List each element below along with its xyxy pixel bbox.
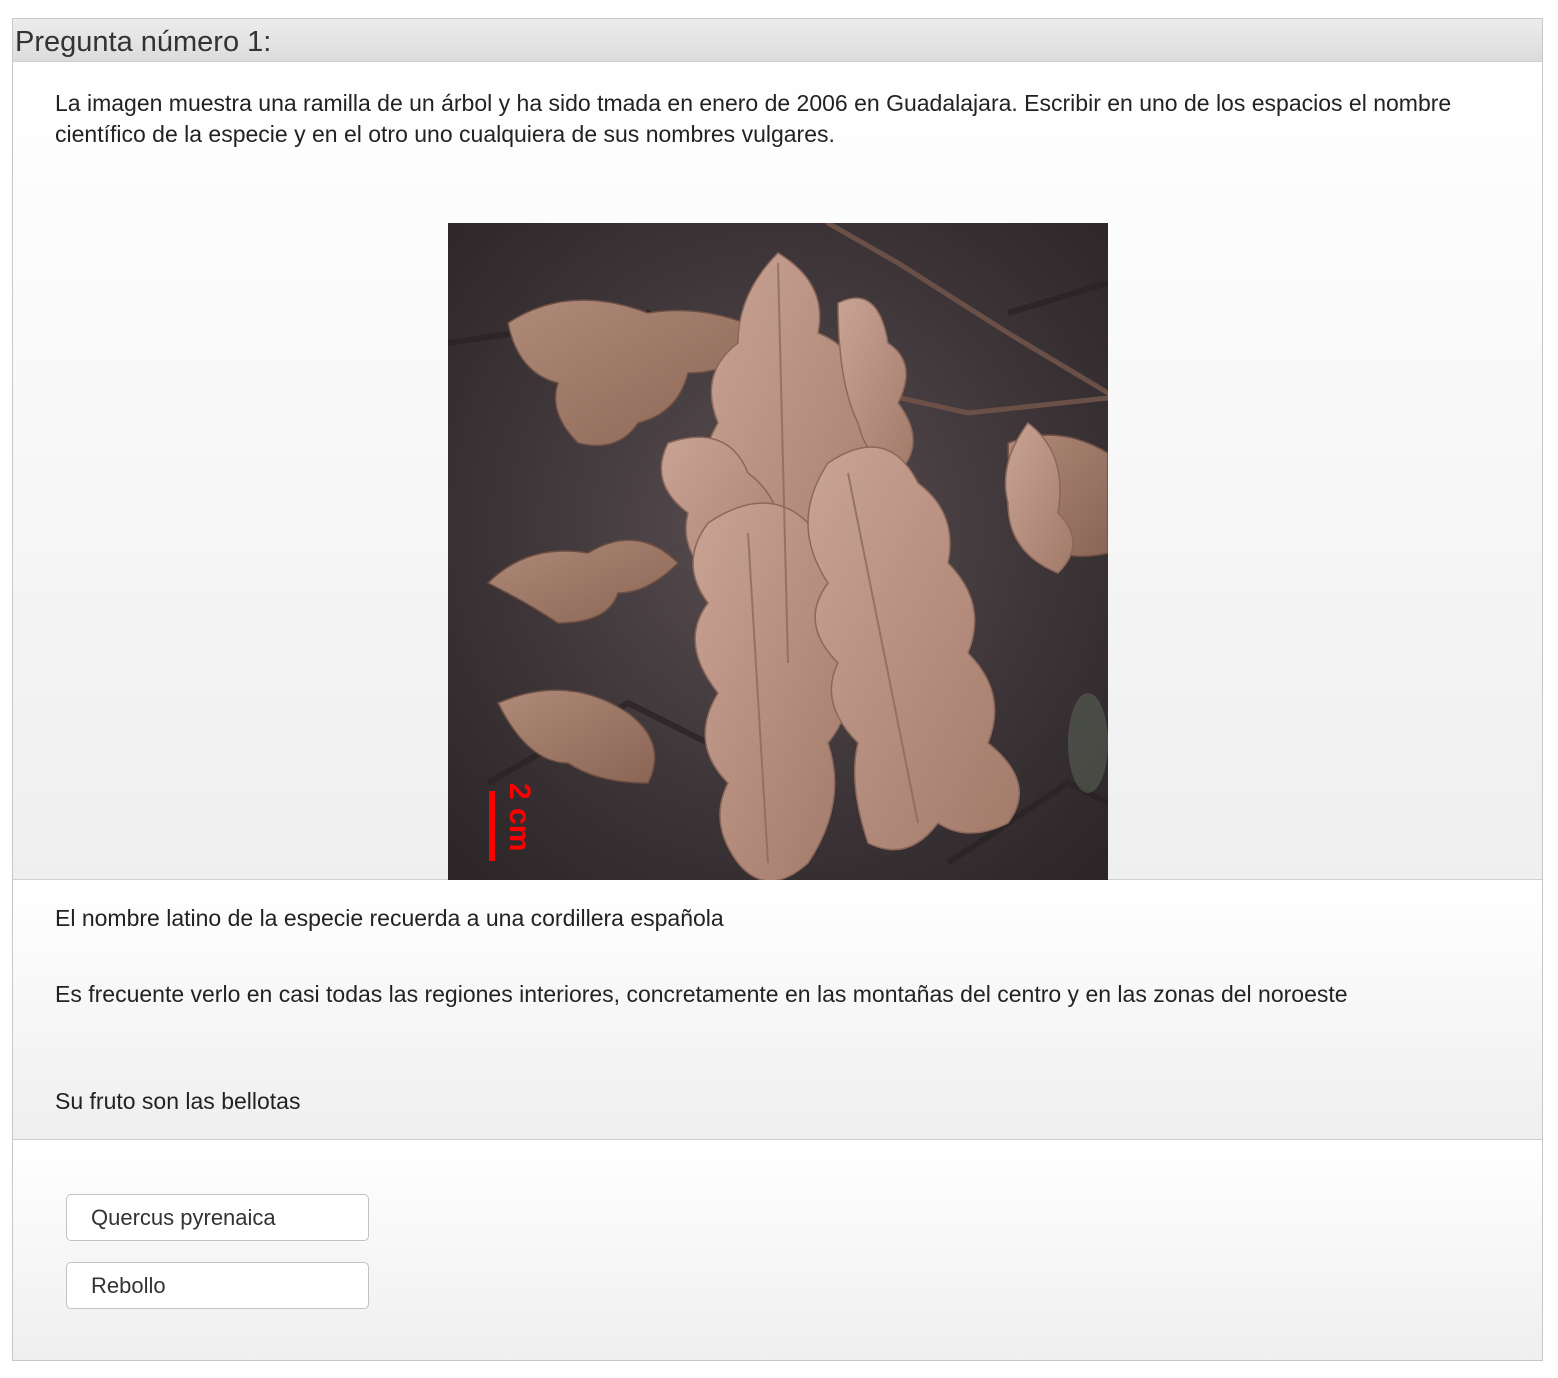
hint-1: El nombre latino de la especie recuerda … — [55, 905, 724, 931]
hints-section: El nombre latino de la especie recuerda … — [13, 880, 1542, 1140]
common-name-input[interactable] — [66, 1262, 369, 1309]
scientific-name-input[interactable] — [66, 1194, 369, 1241]
question-text: La imagen muestra una ramilla de un árbo… — [55, 90, 1452, 147]
hint-2: Es frecuente verlo en casi todas las reg… — [55, 981, 1348, 1007]
oak-twig-photo: 2 cm — [448, 223, 1108, 899]
question-title: Pregunta número 1: — [13, 19, 1542, 62]
question-body: La imagen muestra una ramilla de un árbo… — [13, 62, 1542, 899]
scale-bar-label: 2 cm — [503, 783, 536, 851]
hint-3: Su fruto son las bellotas — [55, 1088, 301, 1114]
quiz-question-panel: Pregunta número 1: La imagen muestra una… — [12, 18, 1543, 1361]
answers-section — [13, 1140, 1542, 1360]
